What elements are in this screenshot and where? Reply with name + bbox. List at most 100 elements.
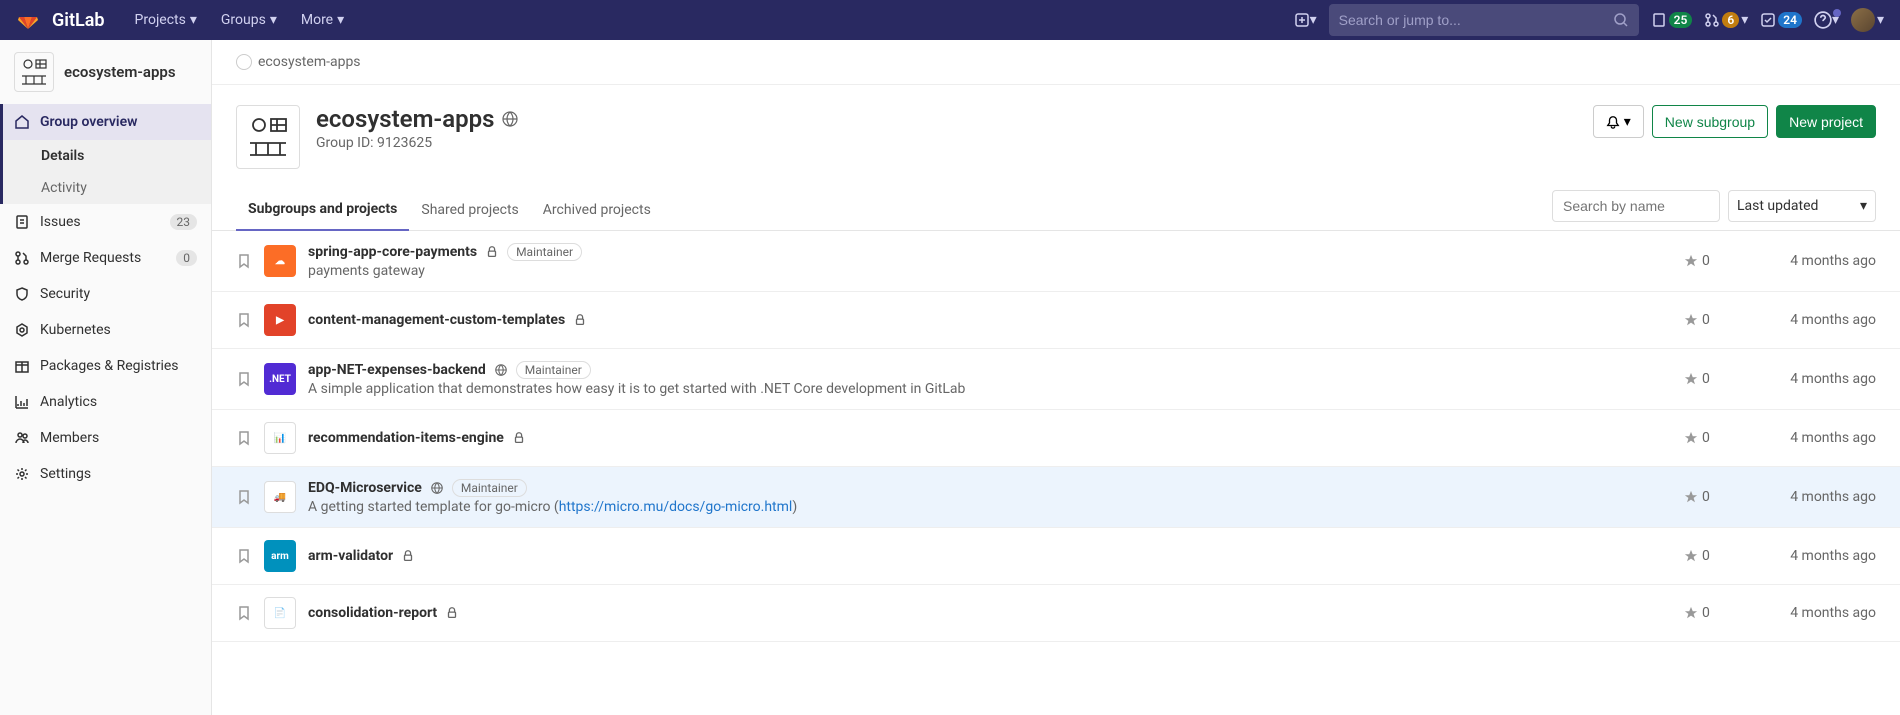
notifications-button[interactable]: ▾ [1593,105,1644,138]
sidebar-item-security[interactable]: Security [0,276,211,312]
sidebar-item-issues[interactable]: Issues23 [0,204,211,240]
group-name-text: ecosystem-apps [316,105,494,133]
sidebar-item-label: Analytics [40,394,97,410]
project-row[interactable]: .NETapp-NET-expenses-backendMaintainerA … [212,349,1900,410]
star-count: 0 [1702,605,1710,621]
project-row[interactable]: ▶content-management-custom-templates04 m… [212,292,1900,349]
project-stars[interactable]: 0 [1684,312,1744,328]
new-project-button[interactable]: New project [1776,105,1876,138]
nav-more[interactable]: More▾ [291,0,354,40]
plus-icon[interactable]: ▾ [1294,12,1317,28]
nav-projects[interactable]: Projects▾ [125,0,207,40]
user-menu[interactable]: ▾ [1851,8,1884,32]
sidebar-item-packages-registries[interactable]: Packages & Registries [0,348,211,384]
issues-icon [14,214,30,230]
lock-icon [485,245,499,259]
nav-groups-label: Groups [221,12,266,28]
tab-archived-projects[interactable]: Archived projects [531,190,663,230]
bookmark-icon[interactable] [236,430,252,446]
project-stars[interactable]: 0 [1684,430,1744,446]
sidebar-item-label: Kubernetes [40,322,111,338]
role-badge: Maintainer [452,479,527,497]
bookmark-icon[interactable] [236,312,252,328]
group-header: ecosystem-apps Group ID: 9123625 ▾ New s… [212,85,1900,189]
project-name[interactable]: app-NET-expenses-backend [308,362,486,378]
filter-search-input[interactable] [1552,190,1720,222]
bookmark-icon[interactable] [236,253,252,269]
project-row[interactable]: armarm-validator04 months ago [212,528,1900,585]
breadcrumb: ecosystem-apps [212,40,1900,85]
project-row[interactable]: 🚚EDQ-MicroserviceMaintainerA getting sta… [212,467,1900,528]
project-avatar: ☁ [264,245,296,277]
nav-groups[interactable]: Groups▾ [211,0,287,40]
star-count: 0 [1702,371,1710,387]
project-stars[interactable]: 0 [1684,371,1744,387]
project-row[interactable]: 📄consolidation-report04 months ago [212,585,1900,642]
project-description: payments gateway [308,263,1672,279]
sidebar-subitem-activity[interactable]: Activity [3,172,211,204]
mr-count: 6 [1722,12,1739,28]
chevron-down-icon: ▾ [1860,198,1867,214]
members-icon [14,430,30,446]
sidebar-group-header[interactable]: ecosystem-apps [0,40,211,104]
sidebar-item-members[interactable]: Members [0,420,211,456]
bookmark-icon[interactable] [236,489,252,505]
sidebar-item-group-overview[interactable]: Group overview [0,104,211,140]
project-name[interactable]: recommendation-items-engine [308,430,504,446]
project-updated-time: 4 months ago [1756,430,1876,446]
home-icon [14,114,30,130]
chevron-down-icon: ▾ [337,12,344,28]
breadcrumb-text[interactable]: ecosystem-apps [258,54,361,70]
star-count: 0 [1702,312,1710,328]
tab-subgroups-projects[interactable]: Subgroups and projects [236,189,409,231]
group-id: Group ID: 9123625 [316,135,518,151]
nav-more-label: More [301,12,333,28]
sidebar-item-label: Issues [40,214,81,230]
project-row[interactable]: ☁spring-app-core-paymentsMaintainerpayme… [212,231,1900,292]
project-updated-time: 4 months ago [1756,253,1876,269]
bell-icon [1606,115,1620,129]
bookmark-icon[interactable] [236,605,252,621]
project-stars[interactable]: 0 [1684,489,1744,505]
todos-count: 25 [1669,12,1693,28]
search-input[interactable] [1339,12,1613,28]
project-name[interactable]: content-management-custom-templates [308,312,565,328]
project-name[interactable]: spring-app-core-payments [308,244,477,260]
sidebar-group-name: ecosystem-apps [64,63,176,81]
mr-counter[interactable]: 6 ▾ [1704,12,1748,28]
project-stars[interactable]: 0 [1684,605,1744,621]
gitlab-logo-icon[interactable] [16,8,40,32]
project-name[interactable]: arm-validator [308,548,393,564]
project-name[interactable]: EDQ-Microservice [308,480,422,496]
project-stars[interactable]: 0 [1684,548,1744,564]
project-stars[interactable]: 0 [1684,253,1744,269]
todos-counter[interactable]: 25 [1651,12,1693,28]
issues-counter[interactable]: 24 [1760,12,1802,28]
sidebar-item-analytics[interactable]: Analytics [0,384,211,420]
sort-label: Last updated [1737,198,1818,214]
sidebar-item-merge-requests[interactable]: Merge Requests0 [0,240,211,276]
sidebar-subitem-details[interactable]: Details [3,140,211,172]
brand-label[interactable]: GitLab [52,10,105,31]
project-description: A simple application that demonstrates h… [308,381,1672,397]
lock-icon [512,431,526,445]
project-name[interactable]: consolidation-report [308,605,437,621]
sidebar-item-label: Members [40,430,99,446]
sort-dropdown[interactable]: Last updated ▾ [1728,190,1876,222]
new-subgroup-button[interactable]: New subgroup [1652,105,1768,138]
sidebar-item-kubernetes[interactable]: Kubernetes [0,312,211,348]
group-title: ecosystem-apps [316,105,518,133]
tab-shared-projects[interactable]: Shared projects [409,190,530,230]
project-description-link[interactable]: https://micro.mu/docs/go-micro.html [559,499,793,515]
sidebar-badge: 0 [176,250,197,266]
project-row[interactable]: 📊recommendation-items-engine04 months ag… [212,410,1900,467]
bookmark-icon[interactable] [236,548,252,564]
help-icon[interactable]: ▾ [1814,11,1839,29]
analytics-icon [14,394,30,410]
lock-icon [401,549,415,563]
bookmark-icon[interactable] [236,371,252,387]
sidebar-item-settings[interactable]: Settings [0,456,211,492]
project-avatar: arm [264,540,296,572]
star-icon [1684,254,1698,268]
global-search[interactable] [1329,4,1639,36]
